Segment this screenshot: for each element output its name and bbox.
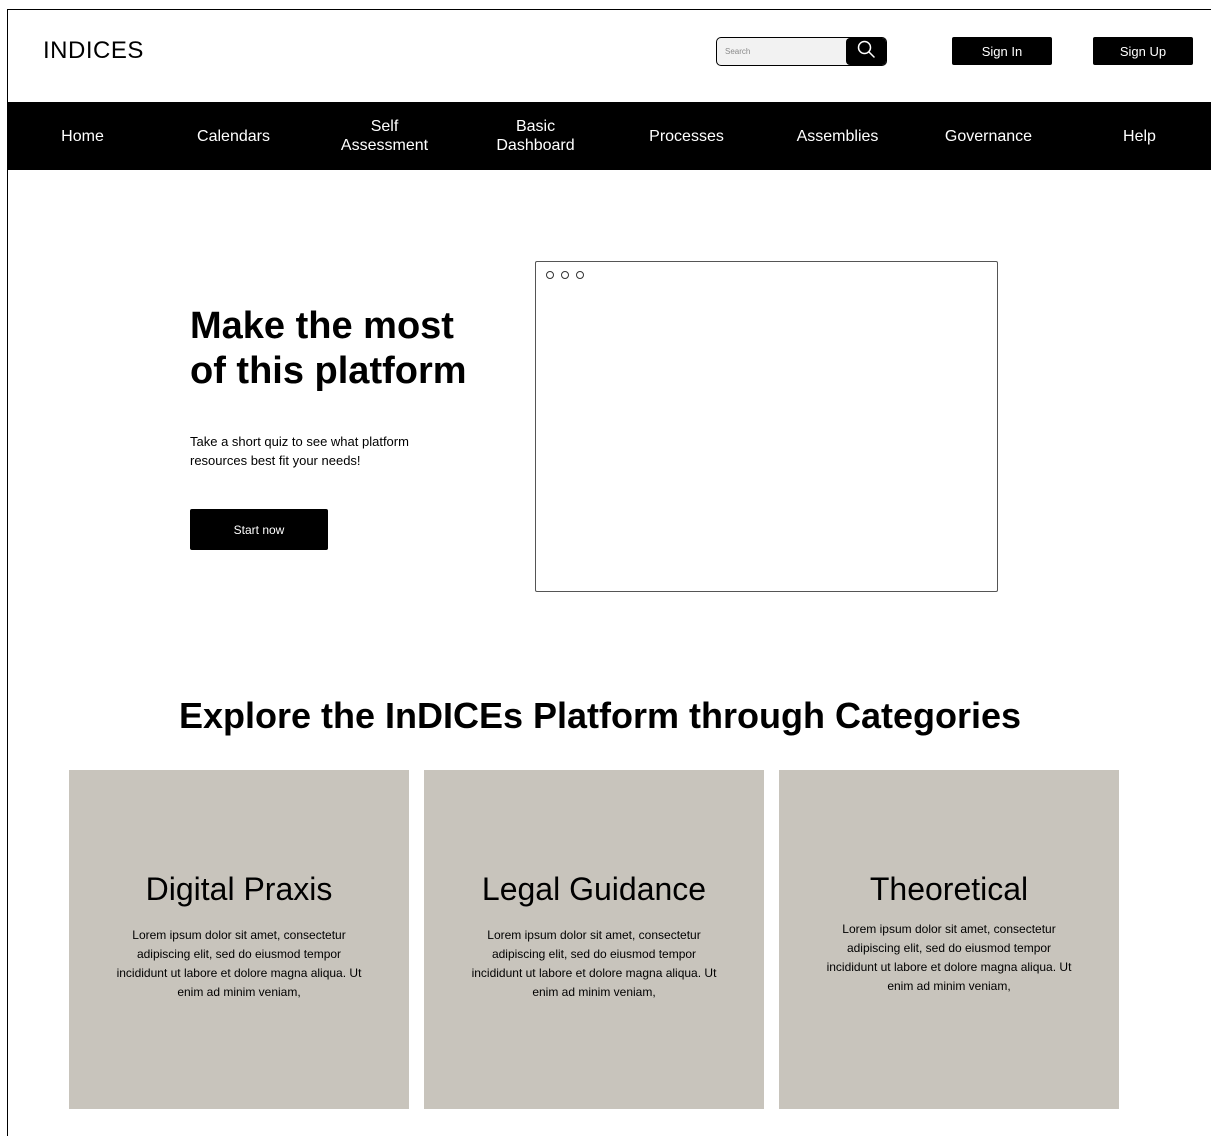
card-text-line: enim ad minim veniam,	[177, 985, 301, 999]
nav-item-label-line2: Assessment	[340, 137, 429, 154]
window-dot-icon	[546, 271, 554, 279]
nav-item-label: Processes	[649, 127, 724, 145]
search-icon	[857, 40, 875, 63]
nav-item-label: Assemblies	[796, 127, 879, 145]
browser-mockup	[535, 261, 998, 592]
card-text-line: Lorem ipsum dolor sit amet, consectetur	[842, 922, 1056, 936]
categories-title: Explore the InDICEs Platform through Cat…	[178, 695, 1022, 736]
card-text-line: adipiscing elit, sed do eiusmod tempor	[491, 947, 697, 961]
site-logo[interactable]: INDICES	[43, 36, 144, 66]
nav-item-label: Governance	[944, 127, 1033, 145]
card-text-line: incididunt ut labore et dolore magna ali…	[116, 966, 362, 980]
hero-title-line2: of this platform	[190, 350, 467, 392]
card-text-line: adipiscing elit, sed do eiusmod tempor	[136, 947, 342, 961]
nav-item-home[interactable]: Home	[7, 102, 158, 170]
nav-item-help[interactable]: Help	[1064, 102, 1211, 170]
window-dot-icon	[561, 271, 569, 279]
nav-item-label-line1: Basic	[515, 118, 556, 135]
nav-item-governance[interactable]: Governance	[913, 102, 1064, 170]
hero-title: Make the most of this platform	[190, 304, 510, 394]
search-button[interactable]	[846, 38, 886, 65]
nav-item-label: Calendars	[197, 127, 270, 145]
sign-in-button[interactable]: Sign In	[952, 37, 1052, 65]
card-text-line: incididunt ut labore et dolore magna ali…	[471, 966, 717, 980]
nav-item-label: Help	[1123, 127, 1156, 145]
nav-item-self-assessment[interactable]: Self Assessment	[309, 102, 460, 170]
nav-item-assemblies[interactable]: Assemblies	[762, 102, 913, 170]
nav-item-processes[interactable]: Processes	[611, 102, 762, 170]
card-text-line: enim ad minim veniam,	[887, 979, 1011, 993]
nav-item-basic-dashboard[interactable]: Basic Dashboard	[460, 102, 611, 170]
category-card-theoretical[interactable]: Theoretical Lorem ipsum dolor sit amet, …	[779, 770, 1119, 1109]
window-dot-icon	[576, 271, 584, 279]
nav-item-calendars[interactable]: Calendars	[158, 102, 309, 170]
card-text-line: adipiscing elit, sed do eiusmod tempor	[846, 941, 1052, 955]
card-title: Digital Praxis	[145, 871, 333, 907]
nav-item-label: Home	[61, 127, 104, 145]
card-title: Theoretical	[869, 871, 1029, 907]
card-description: Lorem ipsum dolor sit amet, consectetur …	[814, 920, 1084, 996]
hero-text-line1: Take a short quiz to see what platform	[190, 434, 409, 449]
search-input[interactable]	[717, 38, 847, 65]
window-controls	[546, 271, 584, 279]
card-text-line: enim ad minim veniam,	[532, 985, 656, 999]
hero-text-line2: resources best fit your needs!	[190, 453, 361, 468]
card-text-line: incididunt ut labore et dolore magna ali…	[826, 960, 1072, 974]
hero-title-line1: Make the most	[190, 305, 454, 347]
card-description: Lorem ipsum dolor sit amet, consectetur …	[459, 926, 729, 1002]
nav-item-label-line2: Dashboard	[496, 137, 575, 154]
start-now-button[interactable]: Start now	[190, 509, 328, 550]
category-card-digital-praxis[interactable]: Digital Praxis Lorem ipsum dolor sit ame…	[69, 770, 409, 1109]
sign-up-button[interactable]: Sign Up	[1093, 37, 1193, 65]
category-card-legal-guidance[interactable]: Legal Guidance Lorem ipsum dolor sit ame…	[424, 770, 764, 1109]
main-nav: Home Calendars Self Assessment Basic Das…	[7, 102, 1211, 170]
card-text-line: Lorem ipsum dolor sit amet, consectetur	[132, 928, 346, 942]
nav-item-label-line1: Self	[370, 118, 399, 135]
card-title: Legal Guidance	[481, 871, 707, 907]
hero-description: Take a short quiz to see what platform r…	[190, 432, 450, 470]
card-text-line: Lorem ipsum dolor sit amet, consectetur	[487, 928, 701, 942]
search-bar	[716, 37, 887, 66]
card-description: Lorem ipsum dolor sit amet, consectetur …	[104, 926, 374, 1002]
